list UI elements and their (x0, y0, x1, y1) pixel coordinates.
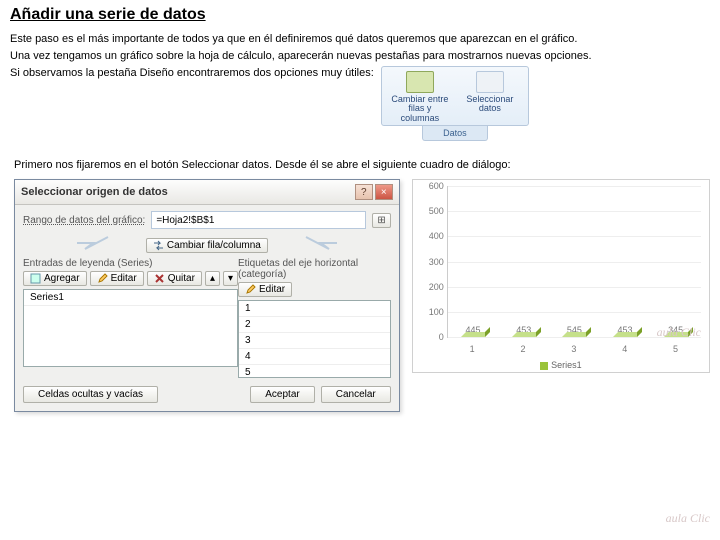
close-icon[interactable]: × (375, 184, 393, 200)
swap-icon (153, 240, 164, 251)
arrow-left-icon (73, 235, 143, 251)
select-data-paragraph: Primero nos fijaremos en el botón Selecc… (14, 159, 710, 171)
y-tick: 200 (429, 282, 448, 292)
list-item[interactable]: 4 (239, 349, 390, 365)
hidden-cells-button[interactable]: Celdas ocultas y vacías (23, 386, 158, 403)
watermark: aula Clic (657, 325, 701, 340)
intro-line-3: Si observamos la pestaña Diseño encontra… (10, 66, 710, 141)
add-series-button[interactable]: Agregar (23, 271, 87, 286)
series-listbox[interactable]: Series1 (23, 289, 238, 367)
select-data-icon (476, 71, 504, 93)
x-tick: 2 (521, 344, 526, 354)
x-tick: 1 (470, 344, 475, 354)
edit-icon (245, 284, 256, 295)
remove-icon (154, 273, 165, 284)
list-item[interactable]: 3 (239, 333, 390, 349)
select-data-source-dialog: Seleccionar origen de datos ? × Rango de… (14, 179, 400, 412)
remove-series-button[interactable]: Quitar (147, 271, 202, 286)
switch-row-col-icon (406, 71, 434, 93)
list-item[interactable]: 1 (239, 301, 390, 317)
help-icon[interactable]: ? (355, 184, 373, 200)
move-down-button[interactable]: ▾ (223, 271, 238, 286)
list-item[interactable]: 2 (239, 317, 390, 333)
edit-series-button[interactable]: Editar (90, 271, 144, 286)
switch-row-col-button[interactable]: Cambiar fila/columna (146, 238, 268, 253)
list-item[interactable]: Series1 (24, 290, 237, 306)
ok-button[interactable]: Aceptar (250, 386, 314, 403)
y-tick: 100 (429, 307, 448, 317)
edit-categories-button[interactable]: Editar (238, 282, 292, 297)
move-up-button[interactable]: ▴ (205, 271, 220, 286)
range-picker-icon[interactable]: ⊞ (372, 213, 390, 228)
list-item[interactable]: 5 (239, 365, 390, 378)
y-tick: 400 (429, 231, 448, 241)
ribbon-select-data-button[interactable]: Seleccionar datos (460, 71, 520, 123)
chart-range-input[interactable] (151, 211, 366, 229)
watermark: aula Clic (666, 511, 710, 526)
y-tick: 600 (429, 181, 448, 191)
intro-line-1: Este paso es el más importante de todos … (10, 32, 710, 47)
x-tick: 3 (571, 344, 576, 354)
page-title: Añadir una serie de datos (10, 6, 710, 24)
y-tick: 300 (429, 257, 448, 267)
categories-listbox[interactable]: 1 2 3 4 5 (238, 300, 391, 378)
dialog-titlebar: Seleccionar origen de datos ? × (15, 180, 399, 205)
ribbon-switch-row-col-button[interactable]: Cambiar entre filas y columnas (390, 71, 450, 123)
y-tick: 0 (439, 332, 448, 342)
x-tick: 4 (622, 344, 627, 354)
arrow-right-icon (271, 235, 341, 251)
range-label: Rango de datos del gráfico: (23, 215, 145, 226)
add-icon (30, 273, 41, 284)
categories-heading: Etiquetas del eje horizontal (categoría) (238, 258, 391, 280)
edit-icon (97, 273, 108, 284)
series-heading: Entradas de leyenda (Series) (23, 258, 238, 269)
x-tick: 5 (673, 344, 678, 354)
ribbon-group-datos: Cambiar entre filas y columnas Seleccion… (381, 66, 529, 126)
ribbon-group-label: Datos (422, 126, 488, 141)
bar-chart: 0100200300400500600445453545453345 12345… (412, 179, 710, 373)
dialog-title-text: Seleccionar origen de datos (21, 186, 349, 198)
cancel-button[interactable]: Cancelar (321, 386, 391, 403)
legend-swatch-icon (540, 362, 548, 370)
y-tick: 500 (429, 206, 448, 216)
chart-legend: Series1 (413, 360, 709, 370)
intro-line-2: Una vez tengamos un gráfico sobre la hoj… (10, 49, 710, 64)
